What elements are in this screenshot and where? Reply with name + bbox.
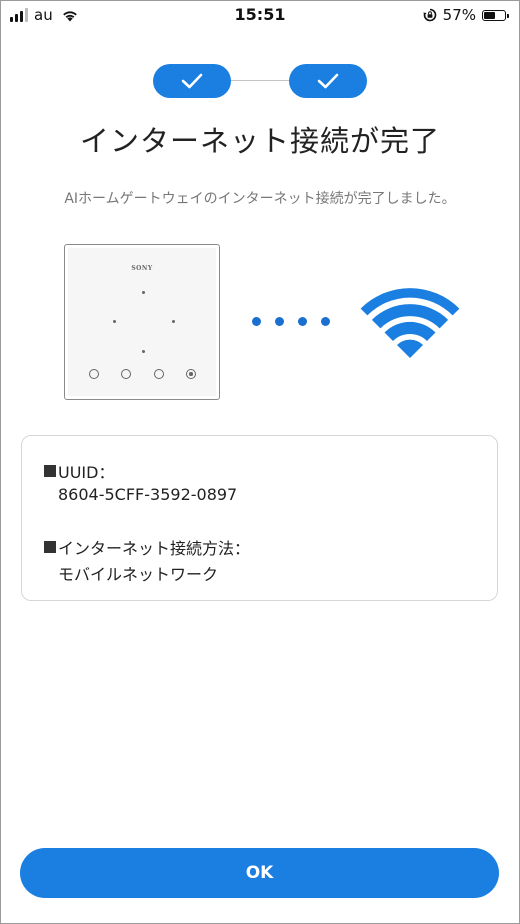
device-led-left [113,320,116,323]
uuid-label-text: UUID： [58,463,115,482]
checkmark-icon [317,73,339,89]
connection-method-label: インターネット接続方法： [44,535,250,559]
progress-stepper [153,64,367,100]
uuid-label: UUID： [44,459,114,483]
page-title: インターネット接続が完了 [79,124,440,158]
device-info-card: UUID： 8604-5CFF-3592-0897 インターネット接続方法： モ… [21,435,498,601]
uuid-value: 8604-5CFF-3592-0897 [58,485,238,504]
ok-button[interactable]: OK [20,848,499,898]
connection-method-label-text: インターネット接続方法： [58,539,251,558]
battery-level-fill [484,11,496,19]
device-button [121,369,131,379]
step-2-completed [289,64,367,98]
status-right: 57% [422,6,509,24]
device-led-bottom [142,350,145,353]
status-bar: au 15:51 57% [0,0,520,32]
wifi-icon [360,288,460,358]
step-1-completed [153,64,231,98]
device-button [89,369,99,379]
device-button [154,369,164,379]
connection-method-value: モバイルネットワーク [58,565,219,584]
device-brand-logo: SONY [131,265,153,272]
device-led-top [142,291,145,294]
rotation-lock-icon [422,8,436,22]
device-button-active [186,369,196,379]
gateway-device-illustration: SONY [64,244,220,400]
page-description: AIホームゲートウェイのインターネット接続が完了しました。 [64,191,456,207]
battery-percentage: 57% [442,6,476,24]
bullet-square-icon [44,465,56,477]
device-led-right [172,320,175,323]
connection-dots [252,317,336,327]
checkmark-icon [181,73,203,89]
step-connector [231,80,289,81]
battery-icon [482,9,509,21]
bullet-square-icon [44,541,56,553]
